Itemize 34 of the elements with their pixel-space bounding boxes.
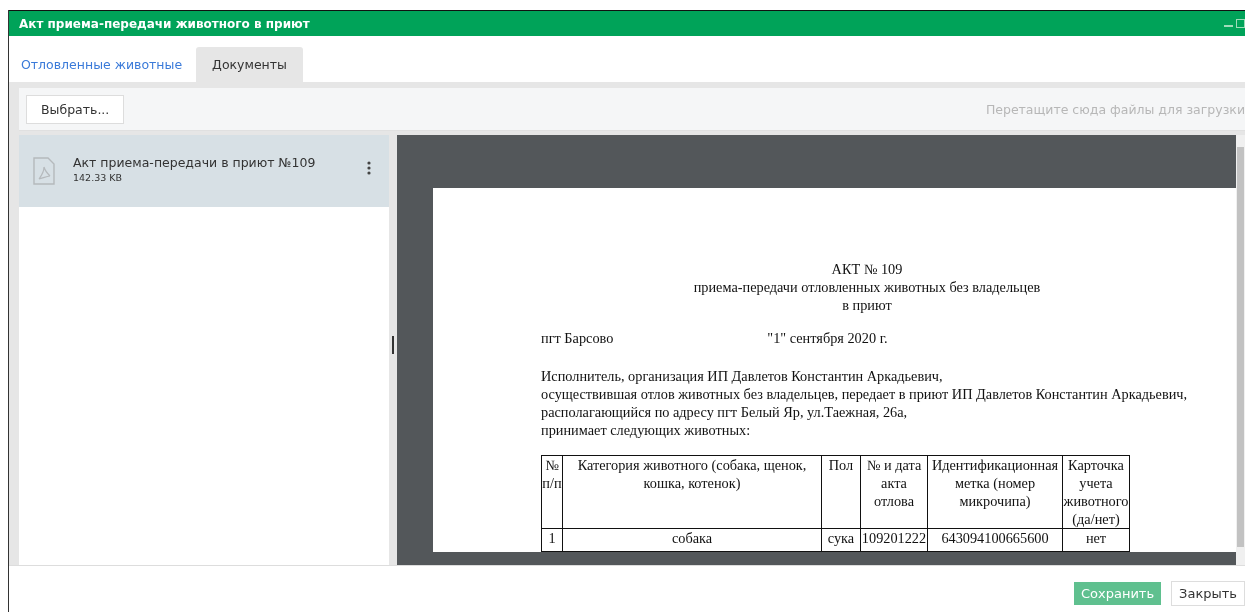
tab[interactable]: Отловленные животные <box>9 47 195 82</box>
document-paragraph: принимает следующих животных: <box>541 421 752 439</box>
table-cell: сука <box>821 528 861 552</box>
document-date: "1" сентября 2020 г. <box>767 330 888 347</box>
file-name: Акт приема-передачи в приют №109 <box>73 155 317 170</box>
more-icon[interactable] <box>367 161 371 175</box>
drop-hint: Перетащите сюда файлы для загрузки <box>985 101 1245 117</box>
table-header: № и дата акта отлова <box>860 455 928 529</box>
document-place: пгт Барсово <box>541 330 614 347</box>
document-paragraph: Исполнитель, организация ИП Давлетов Константин Аркадьевич, <box>541 367 944 385</box>
table-cell: собака <box>562 528 822 552</box>
file-item[interactable]: Акт приема-передачи в приют №109 142.33 KB <box>19 135 389 207</box>
document-paragraph: располагающийся по адресу пгт Белый Яр, ул.Таежная, 26а, <box>541 403 909 421</box>
maximize-icon[interactable] <box>1236 19 1245 28</box>
document-heading: АКТ № 109 <box>831 260 903 278</box>
table-header: № п/п <box>541 455 563 529</box>
choose-button[interactable]: Выбрать... <box>26 94 125 124</box>
window-title: Акт приема-передачи животного в приют <box>19 16 310 31</box>
tab[interactable]: Документы <box>196 47 303 82</box>
document-paragraph: осуществившая отлов животных без владельцев, передает в приют ИП Давлетов Константин Аркадьевич, <box>541 385 1189 403</box>
table-cell: 1 <box>541 528 563 552</box>
scrollbar[interactable] <box>1236 135 1245 565</box>
close-button[interactable]: Закрыть <box>1171 580 1245 606</box>
document-heading: в приют <box>842 296 892 314</box>
pdf-file-icon <box>33 157 55 185</box>
table-cell: нет <box>1062 528 1130 552</box>
table-header: Пол <box>821 455 861 529</box>
table-cell: 109201222 <box>860 528 928 552</box>
table-header: Категория животного (собака, щенок, кошка, котенок) <box>562 455 822 529</box>
table-cell: 643094100665600 <box>927 528 1063 552</box>
document-heading: приема-передачи отловленных животных без владельцев <box>693 278 1041 296</box>
table-header: Идентификационная метка (номер микрочипа) <box>927 455 1063 529</box>
file-size: 142.33 KB <box>73 172 123 183</box>
table-header: Карточка учета животного (да/нет) <box>1062 455 1130 529</box>
